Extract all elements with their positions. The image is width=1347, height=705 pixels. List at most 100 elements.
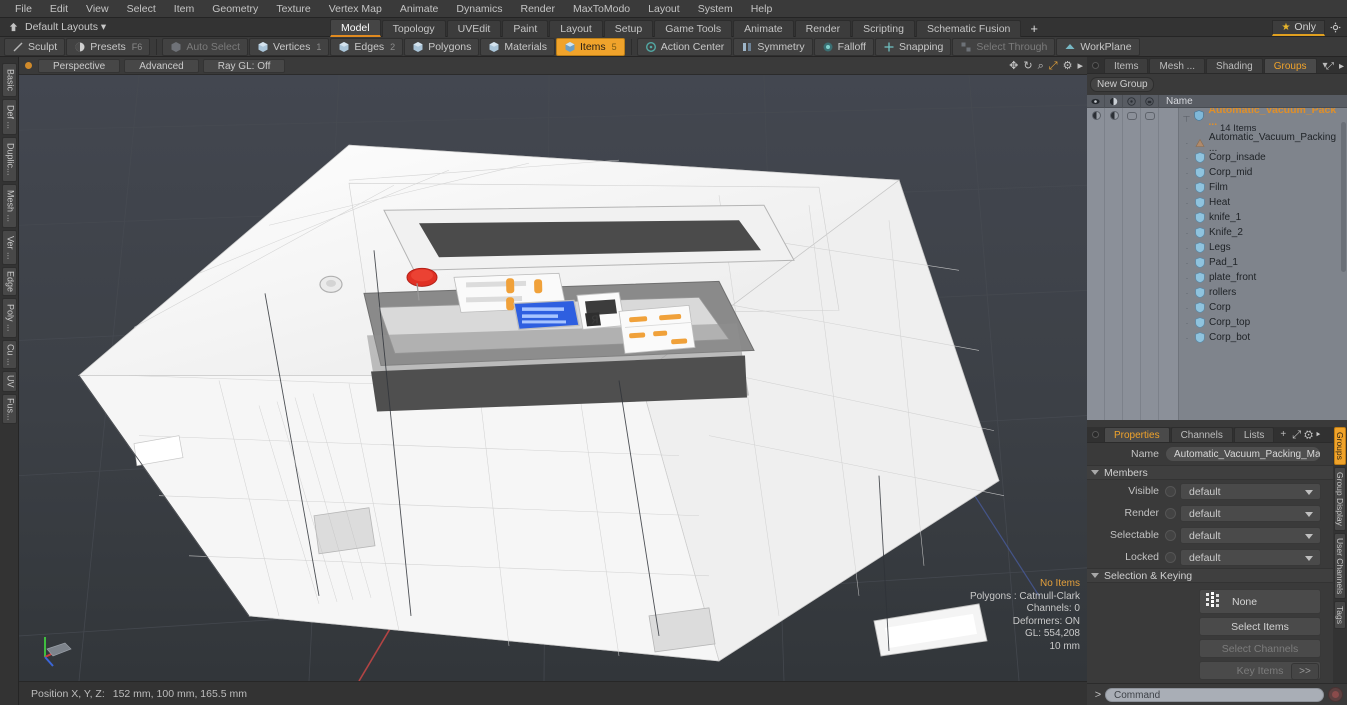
render-icon[interactable] [1105, 94, 1123, 108]
menu-item-layout[interactable]: Layout [639, 0, 689, 18]
menu-item-maxtomodo[interactable]: MaxToModo [564, 0, 639, 18]
left-tab-vertex[interactable]: Ver ... [1, 229, 17, 266]
row-eye-toggle[interactable] [1087, 111, 1105, 120]
select-items-button[interactable]: Select Items [1199, 617, 1321, 636]
selection-keying-section-header[interactable]: Selection & Keying [1087, 568, 1347, 583]
default-layouts-dropdown[interactable]: Default Layouts ▾ [25, 21, 106, 33]
new-group-button[interactable]: New Group [1090, 77, 1154, 92]
layout-tab-setup[interactable]: Setup [603, 19, 654, 37]
falloff-button[interactable]: Falloff [813, 37, 874, 56]
menu-item-render[interactable]: Render [512, 0, 564, 18]
add-layout-button[interactable]: + [1022, 20, 1046, 37]
polygons-mode-button[interactable]: Polygons [404, 37, 480, 56]
edges-mode-button[interactable]: Edges 2 [330, 37, 404, 56]
workplane-button[interactable]: WorkPlane [1056, 37, 1140, 56]
maximize-icon[interactable]: ⤢ [1049, 60, 1058, 72]
presets-button[interactable]: Presets F6 [66, 37, 151, 56]
menu-item-select[interactable]: Select [118, 0, 165, 18]
more-options-button[interactable]: >> [1291, 663, 1319, 680]
expand-icon[interactable]: ⤢ [1292, 429, 1301, 441]
tab-lists[interactable]: Lists [1233, 427, 1275, 442]
snapping-button[interactable]: Snapping [874, 37, 952, 56]
left-tab-duplicate[interactable]: Duplic... [1, 137, 17, 182]
layout-tab-schematic-fusion[interactable]: Schematic Fusion [915, 19, 1022, 37]
gear-icon[interactable]: ⚙ [1063, 60, 1073, 72]
layout-tab-model[interactable]: Model [330, 18, 381, 37]
table-row-group[interactable]: ┬ Automatic_Vacuum_Pack ... [1087, 108, 1347, 128]
properties-menu-dot[interactable] [1092, 431, 1099, 438]
none-selector-button[interactable]: None [1199, 589, 1321, 614]
menu-item-file[interactable]: File [6, 0, 41, 18]
layout-tab-scripting[interactable]: Scripting [852, 19, 915, 37]
menu-item-help[interactable]: Help [742, 0, 782, 18]
list-item[interactable]: · Corp_insade [1087, 150, 1347, 165]
rotate-icon[interactable]: ↻ [1023, 60, 1032, 72]
list-item[interactable]: · Corp_bot [1087, 330, 1347, 345]
left-tab-uv[interactable]: UV [1, 371, 17, 392]
menu-item-dynamics[interactable]: Dynamics [447, 0, 511, 18]
panel-menu-dot[interactable] [1092, 62, 1099, 69]
tab-items[interactable]: Items [1104, 58, 1149, 73]
tab-channels[interactable]: Channels [1170, 427, 1233, 442]
left-tab-deform[interactable]: Def ... [1, 99, 17, 136]
left-tab-mesh[interactable]: Mesh ... [1, 183, 17, 228]
gear-icon[interactable]: ⚙ [1304, 429, 1313, 441]
arrow-right-icon[interactable]: ▸ [1077, 60, 1083, 72]
gear-icon[interactable] [1325, 18, 1345, 37]
materials-mode-button[interactable]: Materials [480, 37, 555, 56]
layout-tab-game-tools[interactable]: Game Tools [654, 19, 733, 37]
list-item[interactable]: · Corp_mid [1087, 165, 1347, 180]
menu-item-edit[interactable]: Edit [41, 0, 77, 18]
vtab-user-channels[interactable]: User Channels [1334, 532, 1346, 599]
row-lock-toggle[interactable] [1141, 111, 1159, 120]
left-tab-fusion[interactable]: Fus... [1, 393, 17, 425]
list-item[interactable]: · Corp_top [1087, 315, 1347, 330]
eye-icon[interactable] [1087, 94, 1105, 108]
items-mode-button[interactable]: Items 5 [556, 37, 625, 56]
3d-viewport[interactable]: Perspective Advanced Ray GL: Off ✥ ↻ ⌕ ⤢… [19, 57, 1087, 681]
list-item[interactable]: · Legs [1087, 240, 1347, 255]
name-input[interactable]: Automatic_Vacuum_Packing_Mad [1165, 446, 1321, 462]
viewport-raygl-dropdown[interactable]: Ray GL: Off [202, 58, 286, 73]
record-icon[interactable] [1328, 687, 1343, 702]
selectable-dropdown[interactable]: default [1180, 526, 1321, 544]
symmetry-button[interactable]: Symmetry [733, 37, 813, 56]
lock-icon[interactable] [1141, 94, 1159, 108]
home-icon[interactable] [6, 20, 20, 34]
menu-item-geometry[interactable]: Geometry [203, 0, 267, 18]
arrow-right-icon[interactable]: ▸ [1316, 429, 1320, 441]
tab-groups[interactable]: Groups [1263, 58, 1317, 73]
layout-tab-topology[interactable]: Topology [381, 19, 446, 37]
tab-properties[interactable]: Properties [1104, 427, 1170, 442]
arrow-right-icon[interactable]: ▸ [1339, 61, 1344, 72]
viewport-canvas[interactable]: Я No Items Polygons: Catmull-Clark Chan… [19, 75, 1087, 681]
menu-item-vertex-map[interactable]: Vertex Map [320, 0, 391, 18]
vtab-group-display[interactable]: Group Display [1334, 466, 1346, 531]
group-item-list[interactable]: Name ┬ Automatic_Vacuum_Pack ... 14 Item… [1087, 94, 1347, 420]
vertices-mode-button[interactable]: Vertices 1 [249, 37, 330, 56]
selectable-checkbox[interactable] [1165, 529, 1176, 541]
vtab-groups[interactable]: Groups [1334, 427, 1346, 465]
row-render-toggle[interactable] [1105, 111, 1123, 120]
only-toggle-button[interactable]: ★ Only [1272, 19, 1325, 36]
layout-tab-render[interactable]: Render [794, 19, 852, 37]
list-item[interactable]: · Pad_1 [1087, 255, 1347, 270]
auto-select-button[interactable]: Auto Select [162, 37, 249, 56]
select-through-button[interactable]: Select Through [952, 37, 1056, 56]
visible-checkbox[interactable] [1165, 485, 1176, 497]
list-item[interactable]: · rollers [1087, 285, 1347, 300]
render-checkbox[interactable] [1165, 507, 1176, 519]
menu-item-view[interactable]: View [77, 0, 118, 18]
list-item[interactable]: · knife_1 [1087, 210, 1347, 225]
menu-item-system[interactable]: System [689, 0, 742, 18]
locked-checkbox[interactable] [1165, 551, 1176, 563]
layout-tab-animate[interactable]: Animate [733, 19, 794, 37]
left-tab-basic[interactable]: Basic [1, 63, 17, 98]
vtab-tags[interactable]: Tags [1334, 600, 1346, 629]
add-tab-button[interactable]: + [1275, 427, 1291, 442]
layout-tab-layout[interactable]: Layout [549, 19, 603, 37]
members-section-header[interactable]: Members [1087, 465, 1347, 480]
viewport-shading-dropdown[interactable]: Advanced [124, 58, 199, 73]
list-item[interactable]: · Film [1087, 180, 1347, 195]
list-item[interactable]: · Corp [1087, 300, 1347, 315]
